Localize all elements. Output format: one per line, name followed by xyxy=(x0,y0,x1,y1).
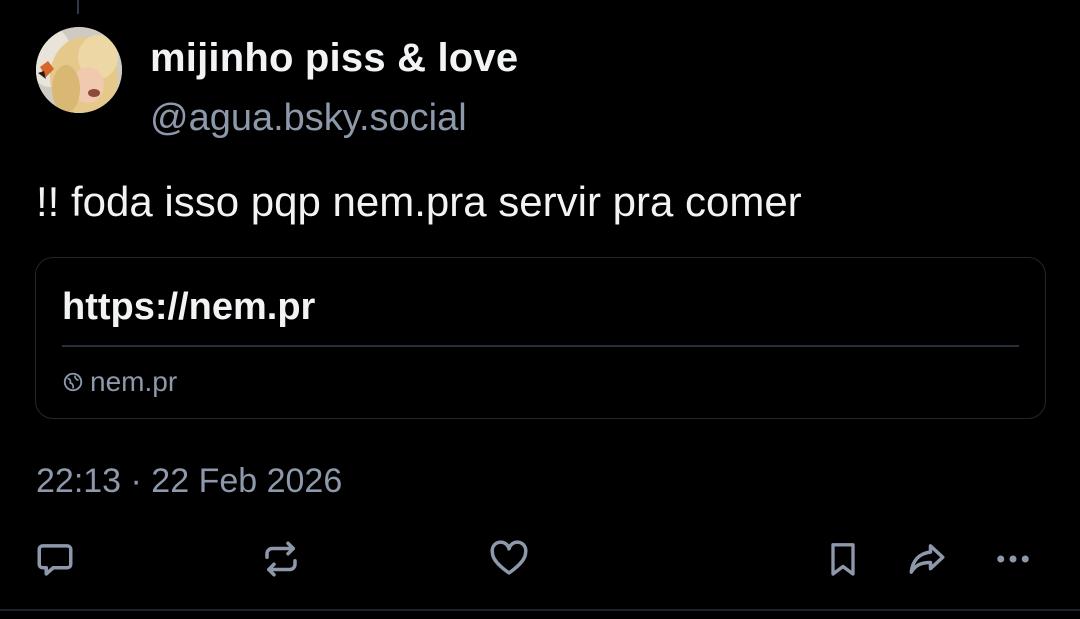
post-text: !! foda isso pqp nem.pra servir pra come… xyxy=(36,178,802,225)
avatar[interactable] xyxy=(36,27,122,113)
link-preview-card[interactable]: https://nem.pr nem.pr xyxy=(35,257,1046,419)
link-card-domain: nem.pr xyxy=(90,366,178,397)
post-bottom-divider xyxy=(0,609,1080,611)
reply-button[interactable] xyxy=(32,536,78,582)
ellipsis-icon xyxy=(997,555,1029,563)
link-card-divider xyxy=(62,345,1019,347)
bookmark-icon xyxy=(831,543,855,576)
author-display-name[interactable]: mijinho piss & love xyxy=(150,36,518,81)
speech-bubble-icon xyxy=(37,544,73,576)
avatar-image xyxy=(36,27,122,113)
post-detail: mijinho piss & love @agua.bsky.social !!… xyxy=(0,0,1080,619)
link-card-title: https://nem.pr xyxy=(62,286,316,328)
link-card-domain-row: nem.pr xyxy=(62,366,177,398)
repost-button[interactable] xyxy=(258,536,304,582)
share-arrow-icon xyxy=(909,544,945,574)
share-button[interactable] xyxy=(904,536,950,582)
more-options-button[interactable] xyxy=(990,536,1036,582)
bookmark-button[interactable] xyxy=(820,536,866,582)
like-button[interactable] xyxy=(486,536,532,582)
globe-icon xyxy=(63,372,83,392)
author-handle[interactable]: @agua.bsky.social xyxy=(150,97,467,140)
thread-connector-line xyxy=(77,0,79,14)
repost-arrows-icon xyxy=(265,541,297,577)
heart-icon xyxy=(490,540,528,575)
post-timestamp[interactable]: 22:13 · 22 Feb 2026 xyxy=(36,462,342,501)
